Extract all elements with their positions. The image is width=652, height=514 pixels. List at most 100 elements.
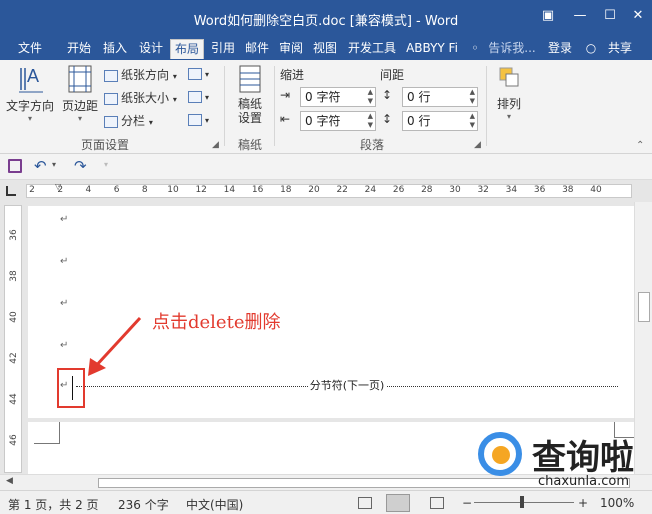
indent-left-field[interactable]: 0 字符 ▲ ▼ [300,87,376,107]
watermark-logo: 查询啦 chaxunla.com [474,430,644,490]
text-direction-button[interactable]: A 文字方向 ▾ [6,64,54,126]
tab-insert[interactable]: 插入 [98,39,132,59]
page-count[interactable]: 第 1 页，共 2 页 [8,496,99,513]
ruler-number: 12 [195,185,207,195]
size-button[interactable]: 纸张大小 ▾ [104,89,184,106]
dropdown-arrow-icon[interactable]: ▾ [52,160,56,169]
ruler-number: 24 [364,185,377,195]
manuscript-group-label: 稿纸 [237,138,262,152]
margins-icon [68,65,92,93]
manuscript-settings-button[interactable]: 稿纸 设置 [230,64,270,134]
orientation-icon [104,69,118,82]
tab-file[interactable]: 文件 [8,39,52,59]
zoom-out-button[interactable]: − [462,496,472,510]
tab-references[interactable]: 引用 [206,39,240,59]
text-cursor [72,376,73,400]
section-break[interactable]: 分节符(下一页) [76,379,618,396]
read-mode-icon[interactable] [358,497,372,509]
redo-icon[interactable]: ↷ [74,157,87,175]
indent-right-field[interactable]: 0 字符 ▲ ▼ [300,111,376,131]
zoom-slider[interactable] [474,502,574,503]
manuscript-label: 稿纸 设置 [237,97,262,125]
tab-view[interactable]: 视图 [308,39,342,59]
tab-review[interactable]: 审阅 [274,39,308,59]
tab-selector-icon[interactable] [6,186,16,196]
orientation-button[interactable]: 纸张方向 ▾ [104,66,184,83]
group-divider [274,66,275,146]
collapse-ribbon-icon[interactable]: ⌃ [636,140,644,151]
vertical-scroll-thumb[interactable] [638,292,650,322]
svg-text:A: A [27,66,39,86]
hyphenation-button[interactable]: ▾ [188,112,216,126]
close-icon[interactable]: ✕ [628,8,648,23]
tab-abbyy[interactable]: ABBYY Fi [402,39,462,59]
vertical-ruler: 36 38 40 42 44 46 [4,205,22,473]
zoom-level[interactable]: 100% [600,496,634,510]
margins-label: 页边距 [61,99,98,113]
spin-arrows-icon[interactable]: ▲ ▼ [368,112,373,130]
magnifier-center-icon [492,446,510,464]
ruler-number: 36 [9,229,19,241]
undo-icon[interactable]: ↶ [34,157,47,175]
size-icon [104,92,118,105]
ribbon-display-icon[interactable]: ▣ [538,8,558,23]
ruler-number: 6 [113,185,120,195]
ruler-number: 2 [29,185,35,195]
spin-arrows-icon[interactable]: ▲ ▼ [470,112,475,130]
tab-design[interactable]: 设计 [134,39,168,59]
page-setup-launcher-icon[interactable]: ◢ [212,140,219,150]
group-divider [224,66,225,146]
tab-home[interactable]: 开始 [62,39,96,59]
ruler-number: 10 [167,185,179,195]
line-numbers-button[interactable]: ▾ [188,89,216,103]
tab-layout[interactable]: 布局 [170,39,204,59]
dropdown-arrow-icon: ▾ [205,70,210,79]
arrange-button[interactable]: 排列 ▾ [492,64,526,126]
ruler-number: 36 [533,185,546,195]
breaks-button[interactable]: ▾ [188,66,216,80]
ruler-number: 28 [421,185,433,195]
dropdown-arrow-icon: ▾ [205,93,210,102]
arrange-icon [499,67,519,87]
minimize-icon[interactable]: — [570,8,590,23]
zoom-slider-thumb[interactable] [520,496,524,508]
columns-button[interactable]: 分栏 ▾ [104,112,184,129]
customize-qat-icon[interactable]: ▾ [104,160,108,169]
language-indicator[interactable]: 中文(中国) [186,496,243,513]
scroll-left-icon[interactable]: ◀ [6,476,13,486]
tab-mailings[interactable]: 邮件 [240,39,274,59]
indent-left-value: 0 字符 [305,90,341,104]
spin-arrows-icon[interactable]: ▲ ▼ [470,88,475,106]
size-label: 纸张大小 [121,91,170,105]
ruler-number: 38 [562,185,574,195]
ruler-number: 46 [9,434,19,446]
maximize-icon[interactable]: ☐ [600,8,620,23]
word-count[interactable]: 236 个字 [118,496,169,513]
spacing-before-icon: ↕ [382,88,393,102]
dropdown-arrow-icon: ▾ [148,118,153,127]
zoom-in-button[interactable]: + [578,496,588,510]
ribbon-tabs: 文件 开始 插入 设计 布局 引用 邮件 审阅 视图 开发工具 ABBYY Fi… [0,36,652,60]
dropdown-arrow-icon: ▾ [77,114,82,123]
paragraph-launcher-icon[interactable]: ◢ [474,140,481,150]
ruler-number: 44 [9,393,19,405]
tell-me-box[interactable]: 告诉我... [484,39,540,59]
indent-marker-icon[interactable]: ▽ [55,182,61,191]
margins-button[interactable]: 页边距 ▾ [60,64,100,126]
spacing-before-field[interactable]: 0 行 ▲ ▼ [402,87,478,107]
web-layout-icon[interactable] [430,497,444,509]
ruler-number: 40 [9,311,19,323]
paragraph-mark: ↵ [60,340,69,351]
print-layout-icon[interactable] [386,494,410,512]
spin-arrows-icon[interactable]: ▲ ▼ [368,88,373,106]
paragraph-mark: ↵ [60,214,69,225]
sign-in-link[interactable]: 登录 [544,39,576,59]
spacing-label: 间距 [380,68,405,82]
share-button[interactable]: 共享 [602,39,638,59]
ruler-number: 4 [85,185,92,195]
ruler-number: 16 [251,185,264,195]
spacing-after-field[interactable]: 0 行 ▲ ▼ [402,111,478,131]
tab-developer[interactable]: 开发工具 [344,39,400,59]
ruler-number: 32 [477,185,489,195]
save-icon[interactable] [8,159,22,173]
